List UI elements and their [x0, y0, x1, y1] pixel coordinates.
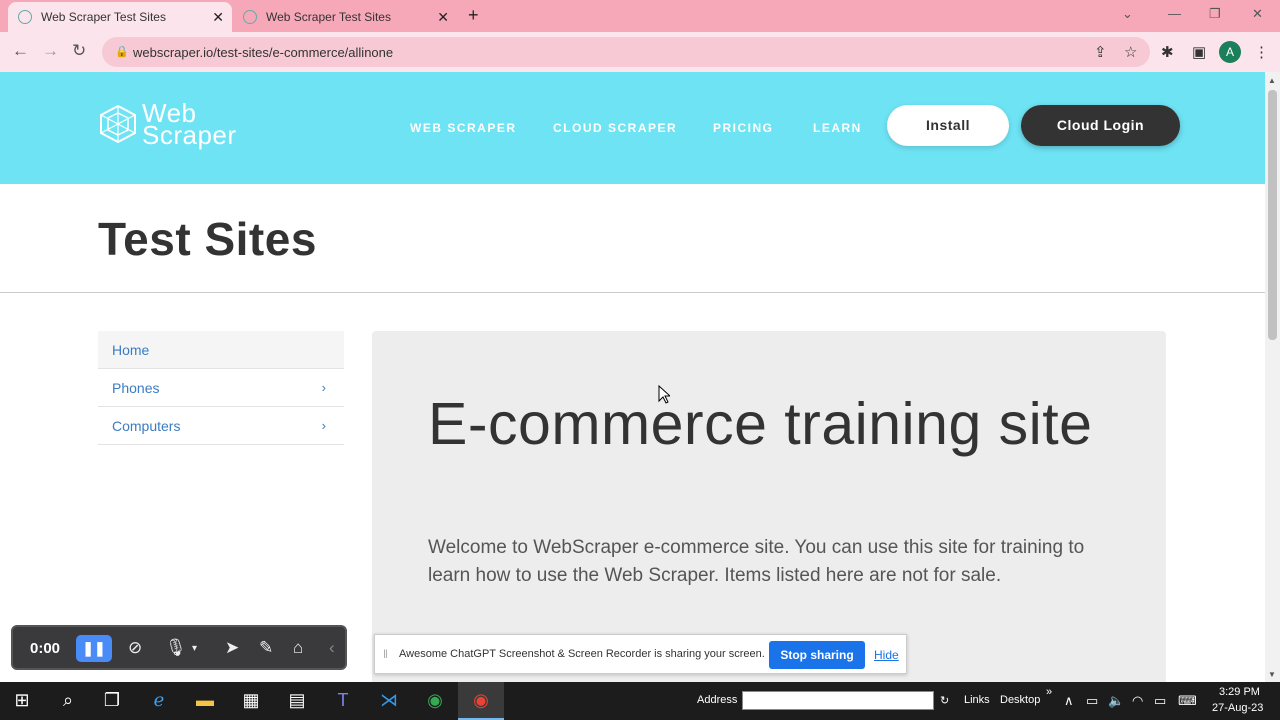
site-header: Web Scraper WEB SCRAPER CLOUD SCRAPER PR… — [0, 72, 1265, 184]
teams-icon[interactable]: T — [331, 690, 355, 711]
sidebar-item-label: Home — [112, 342, 150, 358]
windows-start-icon[interactable]: ⊞ — [10, 690, 34, 711]
scroll-up-icon[interactable]: ▲ — [1268, 76, 1276, 85]
go-refresh-icon[interactable]: ↻ — [940, 694, 949, 707]
wifi-icon[interactable]: ◠ — [1132, 693, 1143, 709]
side-panel-icon[interactable]: ▣ — [1192, 43, 1206, 61]
extensions-icon[interactable]: ✱ — [1161, 43, 1174, 61]
taskbar-clock-time[interactable]: 3:29 PM — [1219, 686, 1260, 698]
notification-icon[interactable]: ▭ — [1154, 693, 1166, 709]
eraser-broom-icon[interactable]: ⌂ — [293, 638, 303, 658]
recording-timer: 0:00 — [30, 640, 61, 657]
cloud-login-button[interactable]: Cloud Login — [1021, 105, 1180, 146]
sidebar-item-label: Phones — [112, 380, 160, 396]
chrome-icon[interactable]: ◉ — [469, 690, 493, 711]
nav-learn[interactable]: LEARN — [813, 121, 862, 135]
task-view-icon[interactable]: ❐ — [100, 690, 124, 711]
webscraper-favicon-icon — [18, 10, 32, 24]
store-icon[interactable]: ▦ — [239, 690, 263, 711]
pen-icon[interactable]: ✎ — [259, 638, 273, 658]
bookmark-star-icon[interactable]: ☆ — [1124, 43, 1137, 61]
reload-icon[interactable]: ↻ — [72, 41, 86, 61]
tab-title: Web Scraper Test Sites — [41, 10, 166, 24]
nav-pricing[interactable]: PRICING — [713, 121, 774, 135]
battery-icon[interactable]: ▭ — [1086, 693, 1098, 709]
keyboard-icon[interactable]: ⌨ — [1178, 693, 1197, 709]
taskbar-clock-date[interactable]: 27-Aug-23 — [1212, 702, 1263, 714]
lock-icon[interactable]: 🔒 — [115, 45, 129, 58]
chrome-profile-icon[interactable]: ◉ — [423, 690, 447, 711]
tab-title: Web Scraper Test Sites — [266, 10, 391, 24]
new-tab-button[interactable]: + — [468, 5, 479, 26]
address-input[interactable] — [742, 691, 934, 710]
search-icon[interactable]: ⌕ — [56, 690, 80, 711]
nav-web-scraper[interactable]: WEB SCRAPER — [410, 121, 517, 135]
back-icon[interactable]: ← — [12, 41, 29, 61]
restore-icon[interactable]: ❐ — [1209, 6, 1221, 22]
page-title: Test Sites — [98, 213, 317, 265]
links-toolbar[interactable]: Links — [964, 694, 990, 706]
close-icon[interactable]: ✕ — [212, 9, 224, 26]
webscraper-logo[interactable]: Web Scraper — [98, 100, 237, 150]
scrollbar-thumb[interactable] — [1268, 90, 1277, 340]
sidebar-item-computers[interactable]: Computers › — [98, 407, 344, 445]
sidebar-item-label: Computers — [112, 418, 181, 434]
share-icon[interactable]: ⇪ — [1094, 43, 1107, 61]
sidebar-item-home[interactable]: Home — [98, 331, 344, 369]
vscode-icon[interactable]: ⋊ — [377, 690, 401, 711]
jumbotron-title: E-commerce training site — [428, 391, 1093, 457]
collapse-icon[interactable]: ‹ — [329, 638, 335, 658]
tab-strip: Web Scraper Test Sites ✕ Web Scraper Tes… — [0, 0, 1280, 32]
install-button[interactable]: Install — [887, 105, 1009, 146]
web-page: Web Scraper WEB SCRAPER CLOUD SCRAPER PR… — [0, 72, 1265, 682]
drag-handle-icon[interactable]: ‖ — [383, 647, 388, 661]
logo-text-scraper: Scraper — [142, 120, 237, 150]
calculator-icon[interactable]: ▤ — [285, 690, 309, 711]
logo-web-icon — [100, 104, 136, 144]
nav-cloud-scraper[interactable]: CLOUD SCRAPER — [553, 121, 677, 135]
chevron-right-icon: › — [321, 418, 326, 433]
profile-avatar[interactable]: A — [1219, 41, 1241, 63]
tab-search-icon[interactable]: ⌄ — [1122, 6, 1133, 22]
desktop-toolbar[interactable]: Desktop — [1000, 694, 1040, 706]
address-toolbar-label: Address — [697, 694, 738, 706]
jumbotron-text: Welcome to WebScraper e-commerce site. Y… — [428, 537, 1085, 586]
divider — [0, 292, 1265, 293]
camera-off-icon[interactable]: ⊘ — [128, 638, 142, 658]
chevron-down-icon[interactable]: ▾ — [192, 643, 197, 654]
show-hidden-icons-icon[interactable]: ∧ — [1064, 693, 1074, 709]
scroll-down-icon[interactable]: ▼ — [1268, 670, 1276, 679]
tab-inactive[interactable]: Web Scraper Test Sites ✕ — [233, 2, 457, 32]
toolbar-overflow-icon[interactable]: » — [1046, 686, 1052, 698]
forward-icon[interactable]: → — [42, 41, 59, 61]
recorder-toolbar: 0:00 ❚❚ ⊘ 🎙 ▾ ➤ ✎ ⌂ ‹ — [11, 625, 347, 670]
category-sidebar: Home Phones › Computers › — [98, 331, 344, 445]
url-text[interactable]: webscraper.io/test-sites/e-commerce/alli… — [133, 45, 393, 60]
file-explorer-icon[interactable]: ▬ — [193, 690, 217, 711]
pointer-icon[interactable]: ➤ — [225, 638, 239, 658]
address-dropdown-icon[interactable]: ⌄ — [924, 694, 933, 707]
mouse-cursor-icon — [658, 385, 670, 404]
menu-kebab-icon[interactable]: ⋮ — [1254, 43, 1269, 61]
pause-button[interactable]: ❚❚ — [76, 635, 112, 662]
volume-icon[interactable]: 🔈 — [1108, 693, 1124, 709]
tab-active[interactable]: Web Scraper Test Sites ✕ — [8, 2, 232, 32]
chevron-right-icon: › — [321, 380, 326, 395]
minimize-icon[interactable]: — — [1168, 6, 1181, 21]
sidebar-item-phones[interactable]: Phones › — [98, 369, 344, 407]
windows-taskbar: ⊞ ⌕ ❐ ℯ ▬ ▦ ▤ T ⋊ ◉ ◉ Address ⌄ ↻ Links … — [0, 682, 1280, 720]
hide-link[interactable]: Hide — [874, 648, 899, 662]
edge-browser-icon[interactable]: ℯ — [147, 690, 171, 711]
screen-share-bar: ‖ Awesome ChatGPT Screenshot & Screen Re… — [374, 634, 907, 674]
close-icon[interactable]: ✕ — [437, 9, 449, 26]
share-message: Awesome ChatGPT Screenshot & Screen Reco… — [399, 648, 765, 660]
mic-off-icon[interactable]: 🎙 — [165, 638, 187, 658]
webscraper-favicon-icon — [243, 10, 257, 24]
jumbotron: E-commerce training site Welcome to WebS… — [372, 331, 1166, 682]
window-close-icon[interactable]: ✕ — [1252, 6, 1263, 22]
stop-sharing-button[interactable]: Stop sharing — [769, 641, 865, 669]
